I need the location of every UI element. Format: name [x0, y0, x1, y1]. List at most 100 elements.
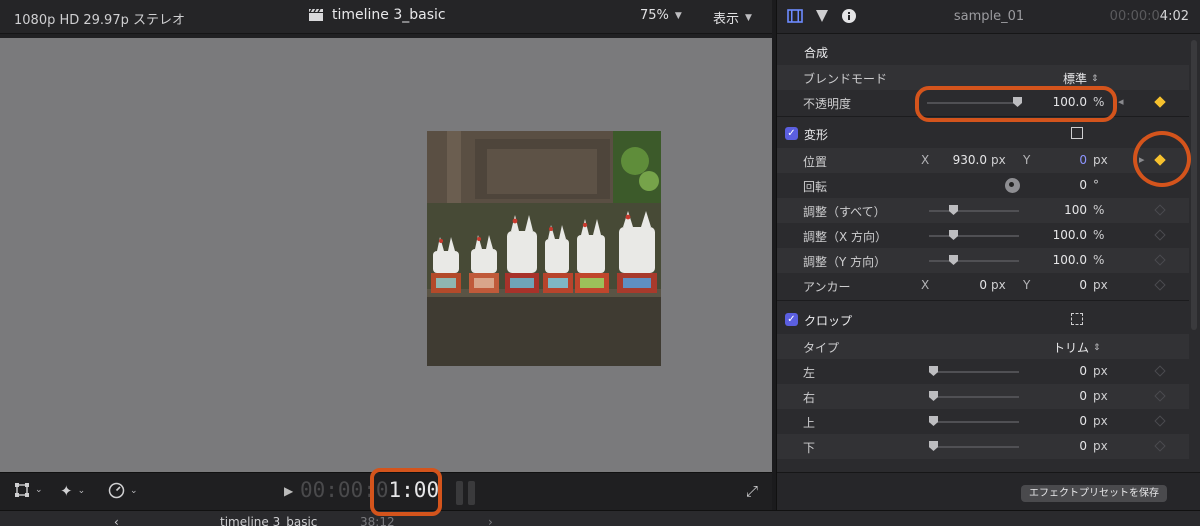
- anchor-y-value[interactable]: 0: [1047, 278, 1087, 292]
- crop-left-knob[interactable]: [929, 366, 938, 376]
- unit-label: px: [1093, 153, 1108, 167]
- viewer-header: 1080p HD 29.97p ステレオ timeline 3_basic 75…: [0, 0, 772, 34]
- crop-left-slider[interactable]: [929, 371, 1019, 373]
- crop-top-knob[interactable]: [929, 416, 938, 426]
- clip-duration: 00:00:04:02: [1110, 9, 1189, 24]
- crop-bottom-slider[interactable]: [929, 446, 1019, 448]
- scale-all-slider[interactable]: [929, 210, 1019, 212]
- param-label: 右: [803, 391, 816, 405]
- transform-tool-menu[interactable]: ⌄: [14, 482, 43, 498]
- chevron-down-icon: ⌄: [130, 485, 138, 496]
- scale-x-slider[interactable]: [929, 235, 1019, 237]
- blend-mode-popup[interactable]: 標準 ⇕: [1063, 70, 1099, 87]
- section-crop[interactable]: ✓ クロップ: [777, 306, 1189, 334]
- enhance-menu[interactable]: ✦ ⌄: [60, 482, 85, 500]
- clapper-icon: [309, 8, 323, 21]
- project-title: timeline 3_basic: [308, 7, 446, 23]
- crop-top-slider[interactable]: [929, 421, 1019, 423]
- param-label: アンカー: [803, 280, 851, 294]
- param-label: 上: [803, 416, 816, 430]
- keyframe-diamond-icon[interactable]: [1154, 415, 1166, 427]
- scale-all-value[interactable]: 100: [1039, 203, 1087, 217]
- timecode-dim: 00:00:0: [300, 478, 389, 502]
- save-effects-preset-button[interactable]: エフェクトプリセットを保存: [1021, 485, 1167, 502]
- timecode-display[interactable]: 00:00:01:00: [300, 478, 439, 502]
- prev-keyframe-icon[interactable]: ◂: [1118, 95, 1124, 108]
- view-menu-label: 表示: [713, 12, 740, 27]
- scale-x-value[interactable]: 100.0: [1039, 228, 1087, 242]
- fox-statues-image[interactable]: [427, 131, 661, 366]
- view-menu[interactable]: 表示 ▼: [713, 8, 752, 27]
- next-keyframe-icon[interactable]: ▸: [1139, 153, 1145, 166]
- param-label: 回転: [803, 180, 828, 194]
- keyframe-diamond-icon[interactable]: [1154, 390, 1166, 402]
- crop-bottom-value[interactable]: 0: [1047, 439, 1087, 453]
- keyframe-diamond-icon[interactable]: [1154, 365, 1166, 377]
- keyframe-diamond-icon[interactable]: [1154, 254, 1166, 266]
- audio-meter-icon: [456, 481, 475, 505]
- unit-label: px: [1093, 278, 1108, 292]
- param-label: タイプ: [803, 341, 840, 355]
- crop-right-slider[interactable]: [929, 396, 1019, 398]
- position-x-value[interactable]: 930.0: [939, 153, 987, 167]
- duration-bright: 4:02: [1159, 9, 1189, 24]
- keyframe-diamond-icon[interactable]: [1154, 96, 1166, 108]
- transform-onscreen-icon[interactable]: [1071, 127, 1083, 139]
- rotation-value[interactable]: 0: [1047, 178, 1087, 192]
- keyframe-diamond-icon[interactable]: [1154, 154, 1166, 166]
- opacity-value[interactable]: 100.0: [1039, 95, 1087, 109]
- section-transform[interactable]: ✓ 変形: [777, 120, 1189, 148]
- back-arrow-icon[interactable]: ‹: [114, 515, 119, 526]
- unit-label: px: [1093, 364, 1108, 378]
- crop-right-knob[interactable]: [929, 391, 938, 401]
- scale-y-knob[interactable]: [949, 255, 958, 265]
- row-opacity: 不透明度 100.0 % ◂: [777, 90, 1189, 115]
- rotation-dial[interactable]: [1005, 178, 1020, 193]
- retime-menu[interactable]: ⌄: [108, 482, 138, 499]
- checkmark-icon[interactable]: ✓: [785, 313, 798, 326]
- scale-y-slider[interactable]: [929, 260, 1019, 262]
- keyframe-diamond-icon[interactable]: [1154, 204, 1166, 216]
- crop-type-popup[interactable]: トリム ⇕: [1053, 339, 1101, 356]
- inspector-panel: sample_01 00:00:04:02 合成 ブレンドモード 標準 ⇕ 不透…: [776, 0, 1200, 510]
- crop-right-value[interactable]: 0: [1047, 389, 1087, 403]
- crop-bottom-knob[interactable]: [929, 441, 938, 451]
- opacity-slider[interactable]: [927, 102, 1017, 104]
- project-title-text: timeline 3_basic: [332, 7, 446, 23]
- param-label: 調整（Y 方向）: [803, 255, 887, 269]
- chevron-down-icon: ⌄: [77, 486, 86, 496]
- keyframe-diamond-icon[interactable]: [1154, 440, 1166, 452]
- axis-label: Y: [1023, 153, 1031, 167]
- crop-top-value[interactable]: 0: [1047, 414, 1087, 428]
- forward-arrow-icon[interactable]: ›: [488, 515, 493, 526]
- zoom-menu[interactable]: 75% ▼: [640, 8, 682, 23]
- viewer-canvas[interactable]: [0, 38, 772, 472]
- timeline-project-title[interactable]: timeline 3_basic: [220, 515, 317, 526]
- up-down-chevron-icon: ⇕: [1093, 342, 1101, 353]
- chevron-down-icon: ⌄: [35, 485, 43, 495]
- keyframe-diamond-icon[interactable]: [1154, 279, 1166, 291]
- checkmark-icon[interactable]: ✓: [785, 127, 798, 140]
- param-label: ブレンドモード: [803, 72, 888, 86]
- scale-y-value[interactable]: 100.0: [1039, 253, 1087, 267]
- axis-label: Y: [1023, 278, 1031, 292]
- row-anchor: アンカー X 0 px Y 0 px: [777, 273, 1189, 298]
- unit-label: px: [1093, 414, 1108, 428]
- crop-left-value[interactable]: 0: [1047, 364, 1087, 378]
- anchor-x-value[interactable]: 0: [939, 278, 987, 292]
- section-title: 合成: [804, 46, 829, 60]
- crop-onscreen-icon[interactable]: [1071, 313, 1083, 325]
- unit-label: px: [991, 153, 1006, 167]
- fullscreen-icon[interactable]: ⤢: [746, 482, 758, 500]
- row-crop-bottom: 下 0 px: [777, 434, 1189, 459]
- position-y-value[interactable]: 0: [1047, 153, 1087, 167]
- play-icon[interactable]: ▶: [284, 484, 293, 498]
- section-compositing[interactable]: 合成: [777, 38, 1189, 66]
- scale-all-knob[interactable]: [949, 205, 958, 215]
- scale-x-knob[interactable]: [949, 230, 958, 240]
- inspector-scrollbar[interactable]: [1191, 40, 1197, 330]
- keyframe-diamond-icon[interactable]: [1154, 229, 1166, 241]
- opacity-slider-knob[interactable]: [1013, 97, 1022, 107]
- zoom-value: 75%: [640, 8, 669, 23]
- section-title: クロップ: [804, 314, 853, 328]
